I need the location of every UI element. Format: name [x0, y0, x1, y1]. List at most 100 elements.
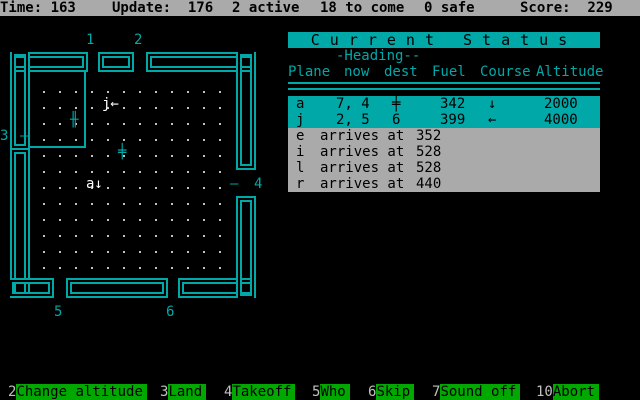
arrival-plane: e: [296, 128, 305, 144]
grid-dot: [123, 267, 125, 269]
grid-dot: [75, 91, 77, 93]
grid-dot: [155, 123, 157, 125]
grid-dot: [203, 139, 205, 141]
gate-3-label: 3: [0, 128, 9, 144]
col-fuel: Fuel: [432, 64, 466, 80]
grid-dot: [59, 251, 61, 253]
grid-dot: [203, 267, 205, 269]
arrival-row: l arrives at 528: [288, 160, 600, 176]
grid-dot: [59, 171, 61, 173]
grid-dot: [139, 187, 141, 189]
grid-dot: [139, 219, 141, 221]
grid-dot: [203, 91, 205, 93]
grid-dot: [123, 91, 125, 93]
grid-dot: [155, 251, 157, 253]
grid-dot: [187, 251, 189, 253]
grid-dot: [171, 139, 173, 141]
arrival-text: arrives at: [320, 176, 405, 192]
grid-dot: [59, 235, 61, 237]
grid-dot: [187, 123, 189, 125]
grid-dot: [203, 107, 205, 109]
key-abort[interactable]: 10Abort: [536, 384, 600, 400]
grid-dot: [75, 267, 77, 269]
heading-label: -Heading--: [336, 48, 421, 64]
grid-dot: [91, 155, 93, 157]
grid-dot: [43, 123, 45, 125]
grid-dot: [219, 91, 221, 93]
key-takeoff[interactable]: 4Takeoff: [224, 384, 296, 400]
plane-dest: ╪: [392, 96, 401, 112]
gate-3-marker: –: [20, 128, 29, 144]
grid-dot: [91, 235, 93, 237]
grid-dot: [123, 203, 125, 205]
grid-dot: [155, 203, 157, 205]
grid-dot: [59, 203, 61, 205]
gate-5-label: 5: [54, 304, 63, 320]
grid-dot: [59, 91, 61, 93]
grid-dot: [75, 107, 77, 109]
grid-dot: [155, 219, 157, 221]
arrival-text: arrives at: [320, 128, 405, 144]
grid-dot: [123, 219, 125, 221]
grid-dot: [203, 203, 205, 205]
grid-dot: [107, 251, 109, 253]
key-sound-off[interactable]: 7Sound off: [432, 384, 521, 400]
grid-dot: [219, 123, 221, 125]
gate-4-marker: –: [230, 176, 239, 192]
grid-dot: [91, 107, 93, 109]
grid-dot: [43, 203, 45, 205]
grid-dot: [219, 235, 221, 237]
grid-dot: [43, 107, 45, 109]
grid-dot: [139, 203, 141, 205]
grid-dot: [107, 139, 109, 141]
arrival-row: i arrives at 528: [288, 144, 600, 160]
plane-a-marker[interactable]: a↓: [86, 176, 103, 192]
grid-dot: [203, 219, 205, 221]
grid-dot: [43, 219, 45, 221]
grid-dot: [171, 235, 173, 237]
grid-dot: [171, 267, 173, 269]
key-who[interactable]: 5Who: [312, 384, 350, 400]
plane-course: ↓: [488, 96, 497, 112]
arrival-time: 528: [416, 144, 442, 160]
key-change-altitude[interactable]: 2Change altitude: [8, 384, 147, 400]
grid-dot: [43, 267, 45, 269]
grid-dot: [139, 139, 141, 141]
grid-dot: [59, 219, 61, 221]
grid-dot: [59, 123, 61, 125]
key-label: Land: [168, 384, 207, 400]
key-skip[interactable]: 6Skip: [368, 384, 415, 400]
grid-dot: [139, 123, 141, 125]
key-land[interactable]: 3Land: [160, 384, 207, 400]
grid-dot: [91, 171, 93, 173]
grid-dot: [187, 219, 189, 221]
grid-dot: [187, 235, 189, 237]
grid-dot: [155, 267, 157, 269]
arrival-text: arrives at: [320, 144, 405, 160]
grid-dot: [91, 267, 93, 269]
grid-dot: [75, 203, 77, 205]
grid-dot: [187, 267, 189, 269]
grid-dot: [171, 219, 173, 221]
plane-row[interactable]: j 2, 5 6 399 ← 4000: [288, 112, 600, 128]
gate-2-label: 2: [134, 32, 143, 48]
airport-2: ╪: [118, 144, 127, 160]
grid-dot: [43, 187, 45, 189]
plane-j-marker[interactable]: j←: [102, 96, 119, 112]
grid-dot: [107, 155, 109, 157]
key-label: Who: [320, 384, 350, 400]
grid-dot: [171, 203, 173, 205]
grid-dot: [43, 251, 45, 253]
arrival-time: 528: [416, 160, 442, 176]
key-label: Abort: [552, 384, 600, 400]
arrival-row: e arrives at 352: [288, 128, 600, 144]
grid-dot: [75, 171, 77, 173]
grid-dot: [187, 171, 189, 173]
plane-row[interactable]: a 7, 4 ╪ 342 ↓ 2000: [288, 96, 600, 112]
grid-dot: [219, 171, 221, 173]
grid-dot: [91, 139, 93, 141]
grid-dot: [187, 187, 189, 189]
grid-dot: [123, 123, 125, 125]
plane-id: a: [296, 96, 305, 112]
panel-divider: [288, 88, 600, 90]
